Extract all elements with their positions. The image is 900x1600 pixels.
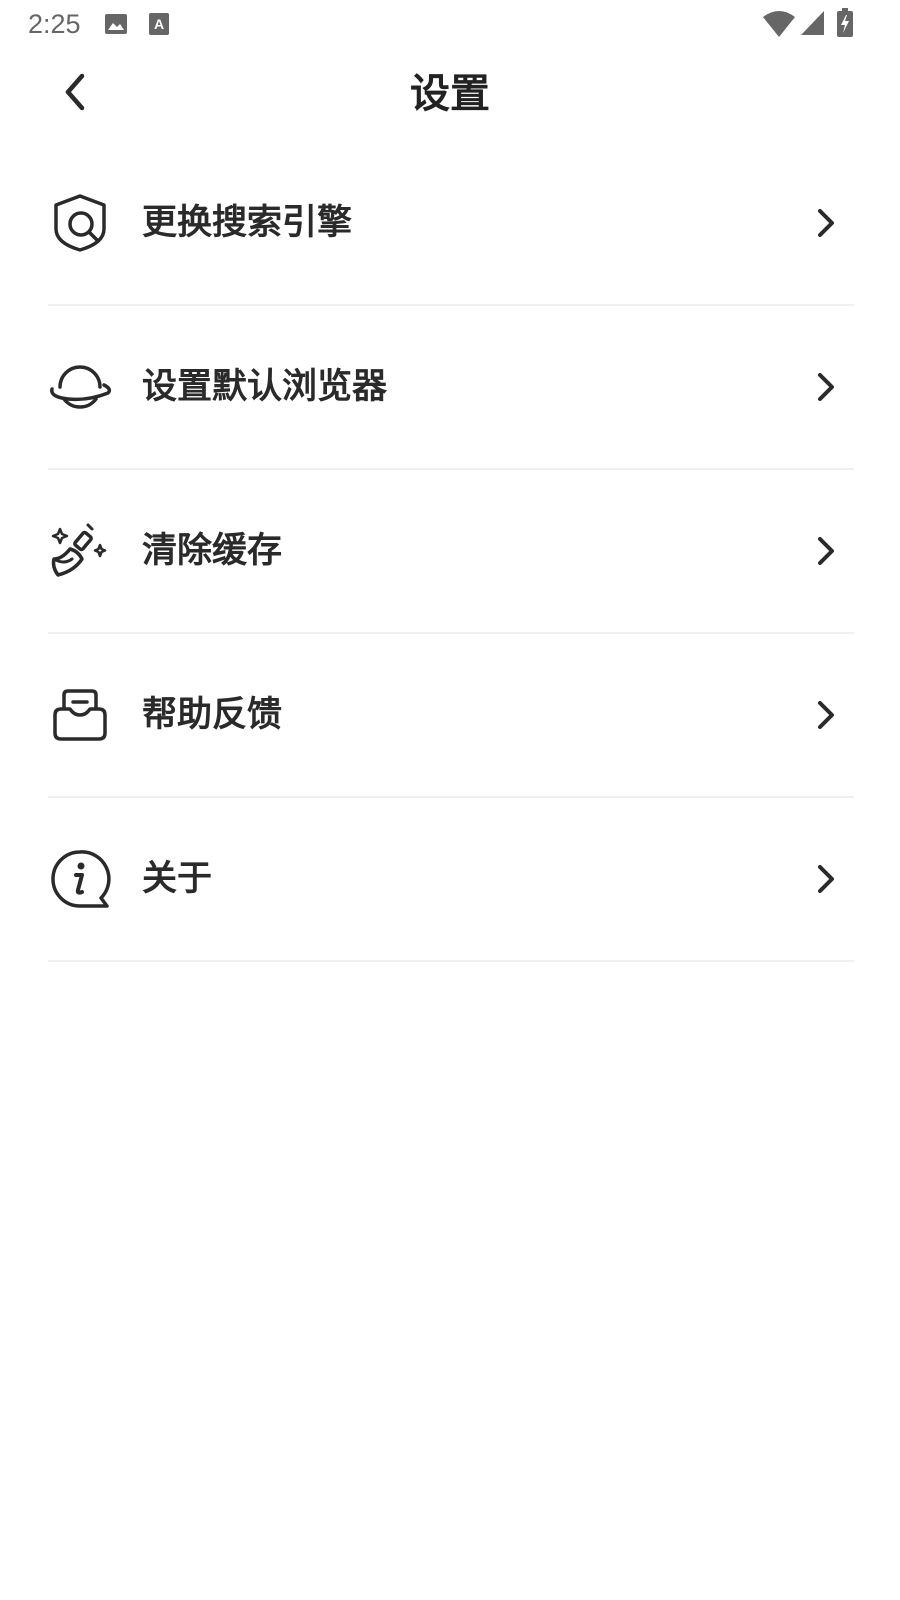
inbox-icon [48, 683, 112, 747]
menu-item-label: 更换搜索引擎 [142, 203, 353, 243]
chevron-right-icon [808, 861, 844, 897]
shield-search-icon [48, 191, 112, 255]
menu-item-search-engine[interactable]: 更换搜索引擎 [48, 142, 854, 306]
app-bar: 设置 [0, 48, 900, 144]
menu-item-help-feedback[interactable]: 帮助反馈 [48, 634, 854, 798]
status-bar: 2:25 A [0, 0, 900, 48]
page-title: 设置 [410, 71, 490, 117]
svg-text:A: A [154, 16, 164, 32]
chevron-right-icon [808, 205, 844, 241]
info-bubble-icon [48, 847, 112, 911]
menu-item-clear-cache[interactable]: 清除缓存 [48, 470, 854, 634]
text-notification-icon: A [148, 12, 170, 40]
chevron-right-icon [808, 369, 844, 405]
battery-charging-icon [836, 8, 854, 42]
menu-item-label: 帮助反馈 [142, 695, 283, 735]
settings-menu: 更换搜索引擎 设置默认浏览器 清除缓存 帮助反馈 关于 [48, 142, 854, 962]
chevron-right-icon [808, 697, 844, 733]
menu-item-label: 设置默认浏览器 [142, 367, 388, 407]
menu-item-label: 关于 [142, 859, 213, 899]
menu-item-label: 清除缓存 [142, 531, 283, 571]
cellular-signal-icon [800, 10, 826, 40]
chevron-right-icon [808, 533, 844, 569]
image-notification-icon [104, 12, 128, 40]
wifi-icon [762, 10, 796, 42]
menu-item-about[interactable]: 关于 [48, 798, 854, 962]
planet-icon [48, 355, 112, 419]
status-time: 2:25 [28, 9, 81, 39]
menu-item-default-browser[interactable]: 设置默认浏览器 [48, 306, 854, 470]
broom-sparkle-icon [48, 519, 112, 583]
